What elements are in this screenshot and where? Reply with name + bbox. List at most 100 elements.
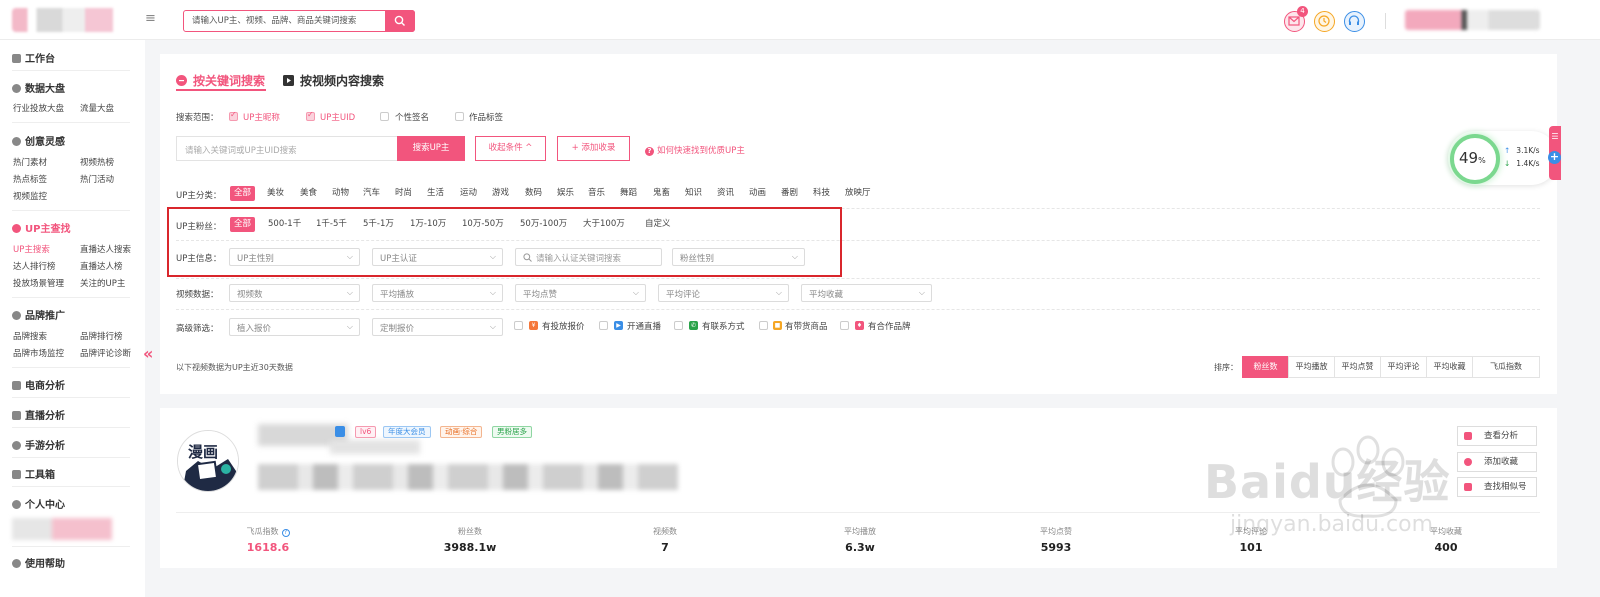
sidebar-section-help[interactable]: 使用帮助 bbox=[12, 555, 65, 570]
sidebar-item-up-search[interactable]: UP主搜索 bbox=[13, 243, 50, 255]
avg-favorite-select[interactable]: 平均收藏 ⌵ bbox=[801, 284, 932, 302]
category-chip[interactable]: 科技 bbox=[813, 186, 830, 201]
feature-checkbox-contact[interactable] bbox=[674, 321, 683, 330]
add-favorite-card-button[interactable]: 添加收藏 bbox=[1457, 452, 1537, 472]
sidebar-section-up-search[interactable]: UP主查找 bbox=[12, 220, 70, 235]
category-chip[interactable]: 数码 bbox=[525, 186, 542, 201]
category-chip[interactable]: 全部 bbox=[230, 186, 256, 201]
scope-checkbox-signature[interactable] bbox=[380, 112, 389, 121]
sidebar-item-brand-monitor[interactable]: 品牌市场监控 bbox=[13, 347, 64, 359]
category-chip[interactable]: 游戏 bbox=[492, 186, 509, 201]
global-search-input[interactable] bbox=[184, 11, 379, 31]
sidebar-section-toolbox[interactable]: 工具箱 bbox=[12, 466, 55, 481]
keyword-input[interactable]: 请输入关键词或UP主UID搜索 bbox=[176, 136, 398, 161]
sidebar-item-video-monitor[interactable]: 视频监控 bbox=[13, 190, 47, 202]
feature-checkbox-goods[interactable] bbox=[759, 321, 768, 330]
sidebar-item-workbench[interactable]: 工作台 bbox=[12, 50, 55, 65]
sidebar-item-talent-rank[interactable]: 达人排行榜 bbox=[13, 260, 56, 272]
sidebar-item-brand-comment[interactable]: 品牌评论诊断 bbox=[80, 347, 131, 359]
sort-button-index[interactable]: 飞瓜指数 bbox=[1472, 356, 1540, 378]
sidebar-item-hot-material[interactable]: 热门素材 bbox=[13, 156, 47, 168]
find-similar-button[interactable]: 查找相似号 bbox=[1457, 477, 1537, 497]
add-favorite-button[interactable]: + 添加收录 bbox=[557, 136, 630, 161]
feature-checkbox-brand[interactable] bbox=[840, 321, 849, 330]
category-chip[interactable]: 生活 bbox=[427, 186, 444, 201]
sidebar-item-live-rank[interactable]: 直播达人榜 bbox=[80, 260, 123, 272]
sidebar-item-brand-rank[interactable]: 品牌排行榜 bbox=[80, 330, 123, 342]
question-icon[interactable]: ? bbox=[281, 529, 290, 537]
sidebar-section-brand[interactable]: 品牌推广 bbox=[12, 307, 65, 322]
category-chip[interactable]: 音乐 bbox=[588, 186, 605, 201]
feature-checkbox-live[interactable] bbox=[599, 321, 608, 330]
sidebar-item-video-hot[interactable]: 视频热榜 bbox=[80, 156, 114, 168]
category-chip[interactable]: 美妆 bbox=[267, 186, 284, 201]
custom-price-select[interactable]: 定制报价 ⌵ bbox=[372, 318, 503, 336]
category-chip[interactable]: 动画 bbox=[749, 186, 766, 201]
price-tag-icon: ¥ bbox=[529, 321, 538, 330]
avg-like-select[interactable]: 平均点赞 ⌵ bbox=[515, 284, 646, 302]
keyword-icon bbox=[176, 75, 187, 86]
scope-label-uid: UP主UID bbox=[320, 113, 356, 123]
category-chip[interactable]: 放映厅 bbox=[845, 186, 871, 201]
sidebar-section-data[interactable]: 数据大盘 bbox=[12, 80, 65, 95]
sidebar-item-label: 使用帮助 bbox=[25, 559, 65, 570]
sort-button-avg-like[interactable]: 平均点赞 bbox=[1334, 356, 1381, 378]
tab-video-search[interactable]: 按视频内容搜索 bbox=[283, 72, 384, 89]
category-chip[interactable]: 时尚 bbox=[395, 186, 412, 201]
avg-play-select[interactable]: 平均播放 ⌵ bbox=[372, 284, 503, 302]
category-chip[interactable]: 鬼畜 bbox=[653, 186, 670, 201]
scope-checkbox-nickname[interactable] bbox=[229, 110, 238, 121]
avatar[interactable]: 漫画 bbox=[177, 430, 239, 492]
category-chip[interactable]: 资讯 bbox=[717, 186, 734, 201]
sort-button-avg-play[interactable]: 平均播放 bbox=[1288, 356, 1335, 378]
sidebar-item-live-search[interactable]: 直播达人搜索 bbox=[80, 243, 131, 255]
category-chip[interactable]: 知识 bbox=[685, 186, 702, 201]
user-account[interactable] bbox=[1405, 10, 1540, 30]
logo[interactable] bbox=[12, 8, 124, 32]
category-chip[interactable]: 番剧 bbox=[781, 186, 798, 201]
sidebar-item-followed-up[interactable]: 关注的UP主 bbox=[80, 277, 125, 289]
view-analysis-button[interactable]: 查看分析 bbox=[1457, 426, 1537, 446]
search-up-button[interactable]: 搜索UP主 bbox=[397, 136, 465, 161]
sidebar-item-traffic[interactable]: 流量大盘 bbox=[80, 102, 114, 114]
help-link[interactable]: ? 如何快速找到优质UP主 bbox=[645, 144, 745, 156]
category-chip[interactable]: 动物 bbox=[332, 186, 349, 201]
implant-price-select[interactable]: 植入报价 ⌵ bbox=[229, 318, 360, 336]
tab-keyword-search[interactable]: 按关键词搜索 bbox=[176, 72, 265, 89]
menu-toggle-icon[interactable]: ≡ bbox=[145, 12, 159, 26]
scope-checkbox-uid[interactable] bbox=[306, 110, 315, 121]
sidebar-section-ecommerce[interactable]: 电商分析 bbox=[12, 377, 65, 392]
category-chip[interactable]: 汽车 bbox=[363, 186, 380, 201]
scope-checkbox-tags[interactable] bbox=[455, 112, 464, 121]
help-link-label: 如何快速找到优质UP主 bbox=[657, 146, 745, 156]
headset-icon[interactable] bbox=[1344, 11, 1365, 32]
sidebar-section-creative[interactable]: 创意灵感 bbox=[12, 133, 65, 148]
collapse-sidebar-icon[interactable]: « bbox=[143, 344, 153, 363]
sidebar-item-ad-plan[interactable]: 投放场景管理 bbox=[13, 277, 64, 289]
sort-button-fans[interactable]: 粉丝数 bbox=[1242, 356, 1289, 378]
sidebar-item-industry[interactable]: 行业投放大盘 bbox=[13, 102, 64, 114]
category-chip[interactable]: 舞蹈 bbox=[620, 186, 637, 201]
sidebar-section-live[interactable]: 直播分析 bbox=[12, 407, 65, 422]
svg-text:漫画: 漫画 bbox=[188, 443, 218, 461]
category-chip[interactable]: 美食 bbox=[300, 186, 317, 201]
video-count-select[interactable]: 视频数 ⌵ bbox=[229, 284, 360, 302]
sidebar-item-label: 工具箱 bbox=[25, 470, 55, 481]
sidebar-item-brand-search[interactable]: 品牌搜索 bbox=[13, 330, 47, 342]
sidebar-item-hot-tags[interactable]: 热点标签 bbox=[13, 173, 47, 185]
category-chip[interactable]: 运动 bbox=[460, 186, 477, 201]
avg-comment-select[interactable]: 平均评论 ⌵ bbox=[658, 284, 789, 302]
sidebar-section-game[interactable]: 手游分析 bbox=[12, 437, 65, 452]
sort-button-avg-favorite[interactable]: 平均收藏 bbox=[1426, 356, 1473, 378]
sort-button-avg-comment[interactable]: 平均评论 bbox=[1380, 356, 1427, 378]
clock-icon[interactable] bbox=[1314, 11, 1335, 32]
sidebar-item-hot-events[interactable]: 热门活动 bbox=[80, 173, 114, 185]
plus-icon[interactable]: + bbox=[1548, 151, 1561, 164]
chevron-down-icon: ⌵ bbox=[346, 322, 353, 331]
tab-active-underline bbox=[176, 89, 266, 91]
sidebar-section-personal[interactable]: 个人中心 bbox=[12, 496, 65, 511]
category-chip[interactable]: 娱乐 bbox=[557, 186, 574, 201]
global-search-button[interactable] bbox=[385, 10, 415, 32]
collapse-conditions-button[interactable]: 收起条件 ^ bbox=[475, 136, 546, 161]
feature-checkbox-ad-price[interactable] bbox=[514, 321, 523, 330]
